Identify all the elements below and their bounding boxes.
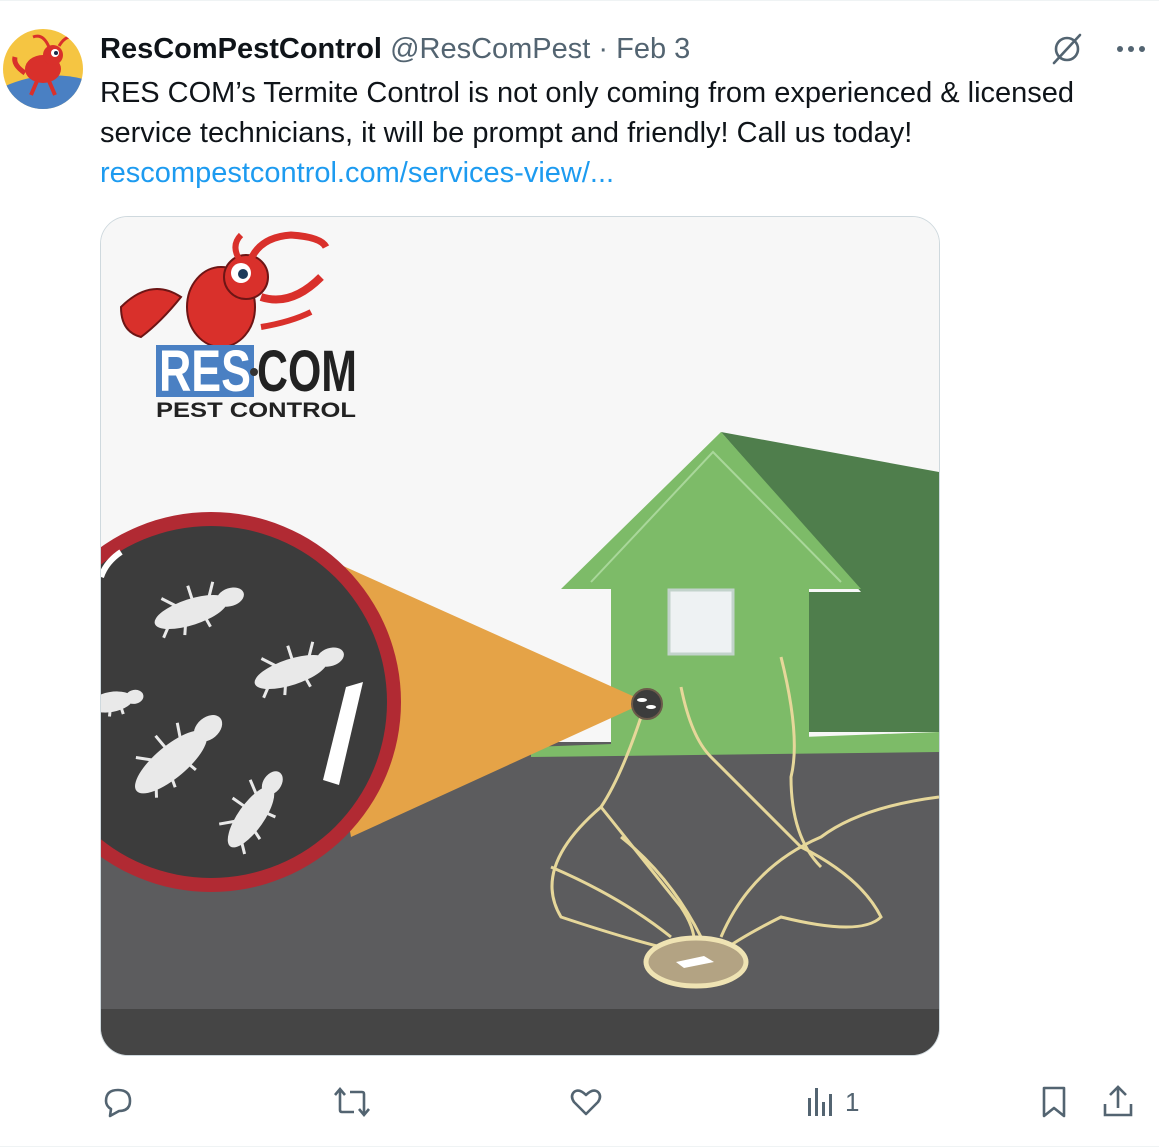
tweet-card[interactable]: ResComPestControl @ResComPest · Feb 3 RE… [0,0,1159,1147]
views-button[interactable]: 1 [805,1079,859,1125]
logo-com: COM [257,339,357,404]
logo-res: RES [159,339,251,404]
tweet-link[interactable]: rescompestcontrol.com/services-view/... [100,153,1145,193]
views-count: 1 [845,1086,860,1117]
like-button[interactable] [568,1079,604,1125]
separator-dot: · [598,33,609,65]
tweet-header: ResComPestControl @ResComPest · Feb 3 [100,31,690,67]
grok-icon[interactable] [1049,31,1085,67]
retweet-button[interactable] [332,1079,372,1125]
user-handle[interactable]: @ResComPest [390,33,590,65]
avatar[interactable] [3,29,83,109]
display-name[interactable]: ResComPestControl [100,33,382,65]
share-icon [1103,1085,1133,1117]
share-button[interactable] [1100,1079,1136,1125]
tweet-date[interactable]: Feb 3 [616,33,690,65]
bookmark-icon [1042,1086,1066,1118]
tweet-text: RES COM’s Termite Control is not only co… [100,73,1145,193]
heart-icon [570,1089,602,1116]
reply-icon [104,1088,132,1118]
retweet-icon [334,1086,370,1118]
tweet-top-actions [1049,31,1149,67]
house-window [667,588,735,656]
bookmark-button[interactable] [1038,1079,1070,1125]
logo-tagline: PEST CONTROL [156,399,356,422]
more-options-icon[interactable] [1113,31,1149,67]
tweet-action-bar: 1 [100,1079,1150,1125]
tweet-text-line-1: RES COM’s Termite Control is not only co… [100,77,1075,109]
tweet-text-line-2: service technicians, it will be prompt a… [100,117,913,149]
reply-button[interactable] [100,1079,136,1125]
tweet-media-image[interactable]: RES COM PEST CONTROL [100,216,940,1056]
views-chart-icon [808,1088,832,1116]
